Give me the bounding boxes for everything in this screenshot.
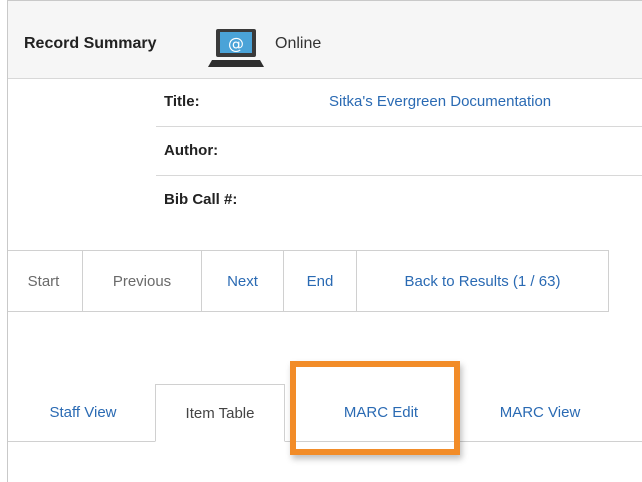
bib-title-value[interactable]: Sitka's Evergreen Documentation (329, 93, 551, 110)
back-to-results-button[interactable]: Back to Results (1 / 63) (356, 251, 608, 311)
marc-edit-highlight (290, 361, 460, 455)
computer-at-icon: @ (208, 29, 264, 67)
pager-end-button[interactable]: End (283, 251, 356, 311)
record-summary-title: Record Summary (24, 35, 157, 52)
tab-staff-view[interactable]: Staff View (18, 384, 148, 441)
pager-start-button[interactable]: Start (8, 251, 82, 311)
record-pager: Start Previous Next End Back to Results … (8, 250, 609, 312)
bib-title-label: Title: (164, 93, 200, 110)
bib-author-row: Author: (156, 127, 642, 176)
bib-title-row: Title: Sitka's Evergreen Documentation (156, 78, 642, 127)
pager-previous-button[interactable]: Previous (82, 251, 201, 311)
bib-callnumber-label: Bib Call #: (164, 191, 238, 208)
online-status-label: Online (275, 35, 322, 52)
bib-author-label: Author: (164, 142, 219, 159)
svg-text:@: @ (228, 34, 244, 53)
record-summary-header: Record Summary @ Online (8, 1, 642, 79)
tab-marc-view[interactable]: MARC View (470, 384, 610, 441)
bib-callnumber-row: Bib Call #: (156, 176, 642, 224)
tab-item-table[interactable]: Item Table (155, 384, 285, 442)
pager-next-button[interactable]: Next (201, 251, 283, 311)
